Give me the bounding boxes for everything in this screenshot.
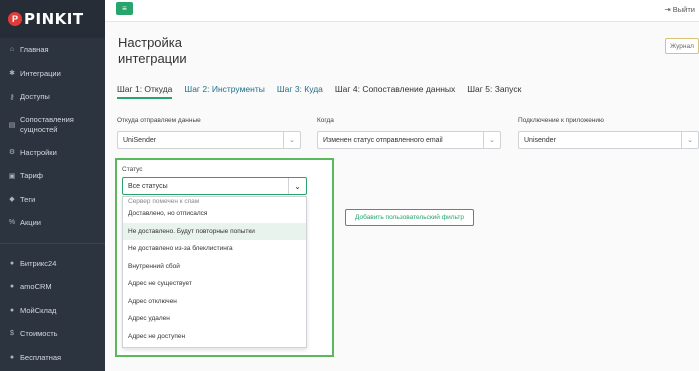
source-field-label: Откуда отправляем данные xyxy=(117,117,201,124)
mapping-icon: ▤ xyxy=(8,121,16,129)
sidebar-item-label: Настройки xyxy=(20,147,57,157)
sidebar-item-label: Акции xyxy=(20,218,41,228)
integrations-icon: ✱ xyxy=(9,70,15,78)
app-dot-icon: ● xyxy=(9,306,15,314)
step-2-tab[interactable]: Шаг 2: Инструменты xyxy=(184,84,264,99)
sidebar-item-moysklad[interactable]: ● МойСклад xyxy=(0,299,105,323)
logout-label: Выйти xyxy=(672,5,695,14)
status-option[interactable]: Доставлено, но отписался xyxy=(123,205,306,223)
status-option[interactable]: Внутренний сбой xyxy=(123,258,306,276)
sidebar-item-tags[interactable]: ◆ Теги xyxy=(0,188,105,212)
journal-button[interactable]: Журнал xyxy=(665,38,699,54)
step-3-tab[interactable]: Шаг 3: Куда xyxy=(277,84,323,99)
sidebar-item-home[interactable]: ⌂ Главная xyxy=(0,38,105,62)
status-filter-panel: Статус Все статусы ⌄ Сервер помечен к сп… xyxy=(115,158,334,357)
app-dot-icon: ● xyxy=(9,353,15,361)
logo-text: PINKIT xyxy=(24,10,84,28)
status-dropdown-list: Сервер помечен к спам Доставлено, но отп… xyxy=(122,196,307,348)
connection-select[interactable]: Unisender ⌄ xyxy=(518,131,699,149)
status-option[interactable]: Не доставлено из-за блеклистинга xyxy=(123,240,306,258)
status-field-label: Статус xyxy=(122,166,143,173)
sidebar-item-bitrix24[interactable]: ● Битрикс24 xyxy=(0,252,105,276)
logo-mark-icon: P xyxy=(8,12,22,26)
sidebar-item-label: Тариф xyxy=(20,171,43,181)
step-1-tab[interactable]: Шаг 1: Откуда xyxy=(117,84,173,99)
sidebar-item-pricing[interactable]: $ Стоимость xyxy=(0,322,105,346)
connection-field-label: Подключение к приложению xyxy=(518,117,604,124)
status-option[interactable]: Адрес не существует xyxy=(123,275,306,293)
sidebar-item-label: Главная xyxy=(20,45,49,55)
sidebar: P PINKIT ⌂ Главная ✱ Интеграции ⚷ Доступы ▤… xyxy=(0,0,105,371)
sidebar-item-label: Интеграции xyxy=(20,68,61,78)
sidebar-item-label: Теги xyxy=(20,194,36,204)
status-option[interactable]: Адрес удален xyxy=(123,310,306,328)
sidebar-item-label: Битрикс24 xyxy=(20,258,57,268)
sidebar-item-label: Доступы xyxy=(20,92,50,102)
chevron-down-icon: ⌄ xyxy=(283,132,300,148)
logout-icon: ⇥ xyxy=(664,5,671,14)
sidebar-item-mapping[interactable]: ▤ Сопоставления сущностей xyxy=(0,109,105,141)
sidebar-item-label: Сопоставления сущностей xyxy=(20,115,74,134)
sidebar-item-promos[interactable]: % Акции xyxy=(0,211,105,235)
sidebar-item-tariff[interactable]: ▣ Тариф xyxy=(0,164,105,188)
dollar-icon: $ xyxy=(10,330,14,338)
step-5-tab[interactable]: Шаг 5: Запуск xyxy=(467,84,521,99)
sidebar-apps: ● Битрикс24 ● amoCRM ● МойСклад $ Стоимость … xyxy=(0,252,105,370)
cart-icon: ▣ xyxy=(8,172,16,180)
topbar: ≡ ⇥ Выйти xyxy=(105,0,699,22)
chevron-down-icon: ⌄ xyxy=(483,132,500,148)
sidebar-item-amocrm[interactable]: ● amoCRM xyxy=(0,275,105,299)
gear-icon: ⚙ xyxy=(8,149,16,157)
status-select[interactable]: Все статусы ⌄ xyxy=(122,177,307,195)
sidebar-item-free[interactable]: ● Бесплатная xyxy=(0,346,105,370)
sidebar-item-access[interactable]: ⚷ Доступы xyxy=(0,85,105,109)
status-option-highlighted[interactable]: Не доставлено. Будут повторные попытки xyxy=(123,222,306,240)
tag-icon: ◆ xyxy=(9,196,15,204)
menu-toggle-button[interactable]: ≡ xyxy=(116,2,133,15)
app-dot-icon: ● xyxy=(9,283,15,291)
status-option[interactable]: Адрес не доступен xyxy=(123,328,306,346)
add-custom-filter-button[interactable]: Добавить пользовательский фильтр xyxy=(345,209,474,226)
status-option[interactable]: Адрес отключен xyxy=(123,293,306,311)
step-4-tab[interactable]: Шаг 4: Сопоставление данных xyxy=(335,84,455,99)
chevron-down-icon: ⌄ xyxy=(288,178,306,194)
sidebar-item-integrations[interactable]: ✱ Интеграции xyxy=(0,62,105,86)
page-title: Настройка интеграции xyxy=(118,35,187,66)
sidebar-item-settings[interactable]: ⚙ Настройки xyxy=(0,141,105,165)
connection-select-value: Unisender xyxy=(524,136,556,144)
source-select-value: UniSender xyxy=(123,136,157,144)
hamburger-icon: ≡ xyxy=(122,4,127,13)
app-dot-icon: ● xyxy=(9,259,15,267)
key-icon: ⚷ xyxy=(9,93,15,101)
logout-link[interactable]: ⇥ Выйти xyxy=(664,5,695,14)
status-select-value: Все статусы xyxy=(128,182,168,190)
percent-icon: % xyxy=(8,219,16,227)
wizard-steps: Шаг 1: Откуда Шаг 2: Инструменты Шаг 3: … xyxy=(117,84,533,99)
sidebar-divider xyxy=(0,242,105,244)
sidebar-item-label: МойСклад xyxy=(20,305,57,315)
sidebar-item-label: Бесплатная xyxy=(20,352,62,362)
when-select-value: Изменен статус отправленного email xyxy=(323,136,443,144)
source-select[interactable]: UniSender ⌄ xyxy=(117,131,301,149)
main-content: Настройка интеграции Журнал Шаг 1: Откуд… xyxy=(105,22,699,371)
home-icon: ⌂ xyxy=(9,46,15,54)
sidebar-item-label: amoCRM xyxy=(20,282,52,292)
when-select[interactable]: Изменен статус отправленного email ⌄ xyxy=(317,131,501,149)
when-field-label: Когда xyxy=(317,117,334,124)
sidebar-nav: ⌂ Главная ✱ Интеграции ⚷ Доступы ▤ Сопоставл… xyxy=(0,38,105,235)
chevron-down-icon: ⌄ xyxy=(681,132,698,148)
status-option[interactable]: Сервер помечен к спам xyxy=(123,197,306,205)
logo[interactable]: P PINKIT xyxy=(0,0,105,38)
sidebar-item-label: Стоимость xyxy=(20,329,58,339)
